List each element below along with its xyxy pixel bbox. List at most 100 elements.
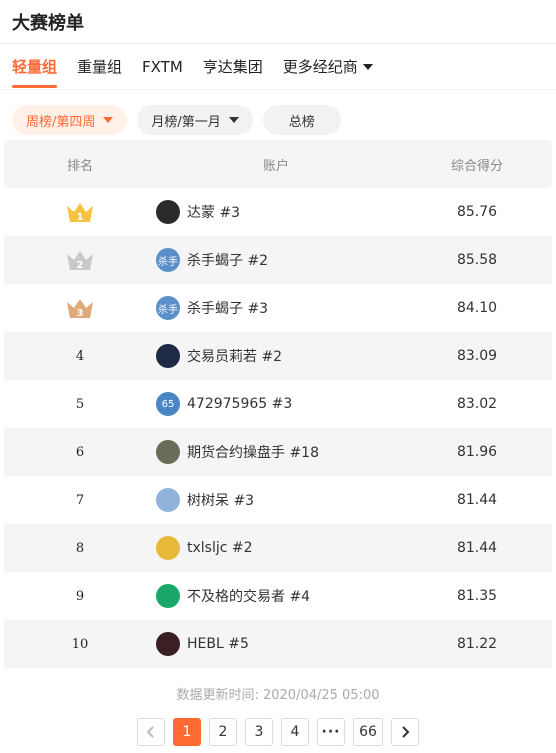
rank-number: 4 bbox=[75, 348, 85, 364]
avatar: 65 bbox=[156, 392, 180, 416]
account-cell[interactable]: 期货合约操盘手 #18 bbox=[156, 440, 402, 464]
page-button-last[interactable]: 66 bbox=[353, 718, 383, 746]
group-tabs: 轻量组 重量组 FXTM 亨达集团 更多经纪商 bbox=[0, 44, 556, 90]
monthly-filter-label: 月榜/第一月 bbox=[151, 114, 221, 130]
rank-number: 9 bbox=[75, 588, 85, 604]
account-cell[interactable]: 65 472975965 #3 bbox=[156, 392, 402, 416]
tab-heavy[interactable]: 重量组 bbox=[77, 44, 122, 90]
score-cell: 81.44 bbox=[456, 492, 498, 508]
page-title: 大赛榜单 bbox=[12, 12, 84, 34]
monthly-filter-dropdown[interactable]: 月榜/第一月 bbox=[137, 105, 253, 135]
table-header: 排名 账户 综合得分 bbox=[4, 140, 552, 188]
rank-cell: 8 bbox=[4, 541, 156, 556]
weekly-filter-label: 周榜/第四周 bbox=[26, 114, 96, 130]
bronze-crown-icon: 3 bbox=[67, 299, 93, 319]
score-cell: 84.10 bbox=[456, 300, 498, 316]
account-cell[interactable]: txlsljc #2 bbox=[156, 536, 402, 560]
table-row[interactable]: 1 达蒙 #3 85.76 bbox=[4, 188, 552, 236]
score-cell: 83.09 bbox=[456, 348, 498, 364]
table-row[interactable]: 10 HEBL #5 81.22 bbox=[4, 620, 552, 668]
rank-number: 10 bbox=[71, 636, 89, 652]
table-body: 1 达蒙 #3 85.76 2 杀手 杀手蝎子 #2 85.58 3 杀手 杀手蝎子 #3 84.1… bbox=[4, 188, 552, 668]
account-name[interactable]: HEBL #5 bbox=[187, 636, 249, 652]
chevron-right-icon bbox=[402, 726, 410, 738]
rank-number: 1 bbox=[77, 212, 84, 223]
account-name[interactable]: 达蒙 #3 bbox=[187, 202, 240, 222]
avatar-text: 65 bbox=[161, 398, 175, 410]
account-cell[interactable]: HEBL #5 bbox=[156, 632, 402, 656]
header-account: 账户 bbox=[262, 158, 289, 174]
header-rank: 排名 bbox=[66, 158, 93, 174]
top-bar: 大赛榜单 bbox=[0, 0, 556, 44]
table-row[interactable]: 9 不及格的交易者 #4 81.35 bbox=[4, 572, 552, 620]
rank-cell: 9 bbox=[4, 589, 156, 604]
rank-cell: 3 bbox=[4, 296, 156, 320]
total-ranking-button[interactable]: 总榜 bbox=[262, 105, 341, 135]
table-row[interactable]: 5 65 472975965 #3 83.02 bbox=[4, 380, 552, 428]
rank-number: 3 bbox=[77, 308, 84, 319]
page-button-3[interactable]: 3 bbox=[245, 718, 273, 746]
tab-light[interactable]: 轻量组 bbox=[12, 44, 58, 90]
avatar bbox=[156, 440, 180, 464]
score-cell: 81.44 bbox=[456, 540, 498, 556]
avatar bbox=[156, 200, 180, 224]
table-row[interactable]: 8 txlsljc #2 81.44 bbox=[4, 524, 552, 572]
tab-more-brokers-label: 更多经纪商 bbox=[282, 58, 358, 76]
account-cell[interactable]: 不及格的交易者 #4 bbox=[156, 584, 402, 608]
page-button-1[interactable]: 1 bbox=[173, 718, 201, 746]
account-name[interactable]: txlsljc #2 bbox=[187, 540, 253, 556]
table-row[interactable]: 3 杀手 杀手蝎子 #3 84.10 bbox=[4, 284, 552, 332]
rank-cell: 4 bbox=[4, 349, 156, 364]
prev-page-button[interactable] bbox=[137, 718, 165, 746]
filter-bar: 周榜/第四周 月榜/第一月 总榜 bbox=[0, 90, 556, 140]
account-name[interactable]: 杀手蝎子 #3 bbox=[187, 298, 268, 318]
table-row[interactable]: 6 期货合约操盘手 #18 81.96 bbox=[4, 428, 552, 476]
tab-fxtm[interactable]: FXTM bbox=[142, 44, 183, 90]
account-cell[interactable]: 杀手 杀手蝎子 #2 bbox=[156, 248, 402, 272]
tab-more-brokers[interactable]: 更多经纪商 bbox=[283, 44, 373, 90]
page-ellipsis: ··· bbox=[317, 718, 345, 746]
chevron-left-icon bbox=[146, 726, 154, 738]
rank-number: 7 bbox=[75, 492, 85, 508]
table-row[interactable]: 2 杀手 杀手蝎子 #2 85.58 bbox=[4, 236, 552, 284]
account-name[interactable]: 期货合约操盘手 #18 bbox=[187, 442, 319, 462]
account-cell[interactable]: 杀手 杀手蝎子 #3 bbox=[156, 296, 402, 320]
table-row[interactable]: 4 交易员莉若 #2 83.09 bbox=[4, 332, 552, 380]
account-name[interactable]: 交易员莉若 #2 bbox=[187, 346, 282, 366]
avatar: 杀手 bbox=[156, 248, 180, 272]
caret-down-icon bbox=[228, 117, 239, 123]
rank-cell: 7 bbox=[4, 493, 156, 508]
score-cell: 81.96 bbox=[456, 444, 498, 460]
rank-number: 8 bbox=[75, 540, 85, 556]
tab-hantec[interactable]: 亨达集团 bbox=[203, 44, 263, 90]
score-cell: 85.76 bbox=[456, 204, 498, 220]
avatar bbox=[156, 584, 180, 608]
rank-number: 6 bbox=[75, 444, 85, 460]
caret-down-icon bbox=[362, 63, 373, 70]
score-cell: 81.22 bbox=[456, 636, 498, 652]
silver-crown-icon: 2 bbox=[67, 251, 93, 271]
rank-cell: 10 bbox=[4, 637, 156, 652]
avatar bbox=[156, 632, 180, 656]
account-name[interactable]: 不及格的交易者 #4 bbox=[187, 586, 310, 606]
account-cell[interactable]: 达蒙 #3 bbox=[156, 200, 402, 224]
pagination: 1 2 3 4 ··· 66 bbox=[0, 718, 556, 746]
rank-cell: 1 bbox=[4, 200, 156, 224]
account-name[interactable]: 树树呆 #3 bbox=[187, 490, 254, 510]
table-row[interactable]: 7 树树呆 #3 81.44 bbox=[4, 476, 552, 524]
next-page-button[interactable] bbox=[391, 718, 419, 746]
header-score: 综合得分 bbox=[450, 158, 503, 174]
score-cell: 83.02 bbox=[456, 396, 498, 412]
avatar: 杀手 bbox=[156, 296, 180, 320]
account-cell[interactable]: 交易员莉若 #2 bbox=[156, 344, 402, 368]
account-name[interactable]: 杀手蝎子 #2 bbox=[187, 250, 268, 270]
account-cell[interactable]: 树树呆 #3 bbox=[156, 488, 402, 512]
rank-cell: 6 bbox=[4, 445, 156, 460]
page-button-4[interactable]: 4 bbox=[281, 718, 309, 746]
page-button-2[interactable]: 2 bbox=[209, 718, 237, 746]
leaderboard-table: 排名 账户 综合得分 1 达蒙 #3 85.76 2 杀手 杀手蝎子 #2 85.58 3 杀手… bbox=[4, 140, 552, 668]
weekly-filter-dropdown[interactable]: 周榜/第四周 bbox=[12, 105, 128, 135]
rank-cell: 2 bbox=[4, 248, 156, 272]
account-name[interactable]: 472975965 #3 bbox=[187, 396, 292, 412]
gold-crown-icon: 1 bbox=[67, 203, 93, 223]
